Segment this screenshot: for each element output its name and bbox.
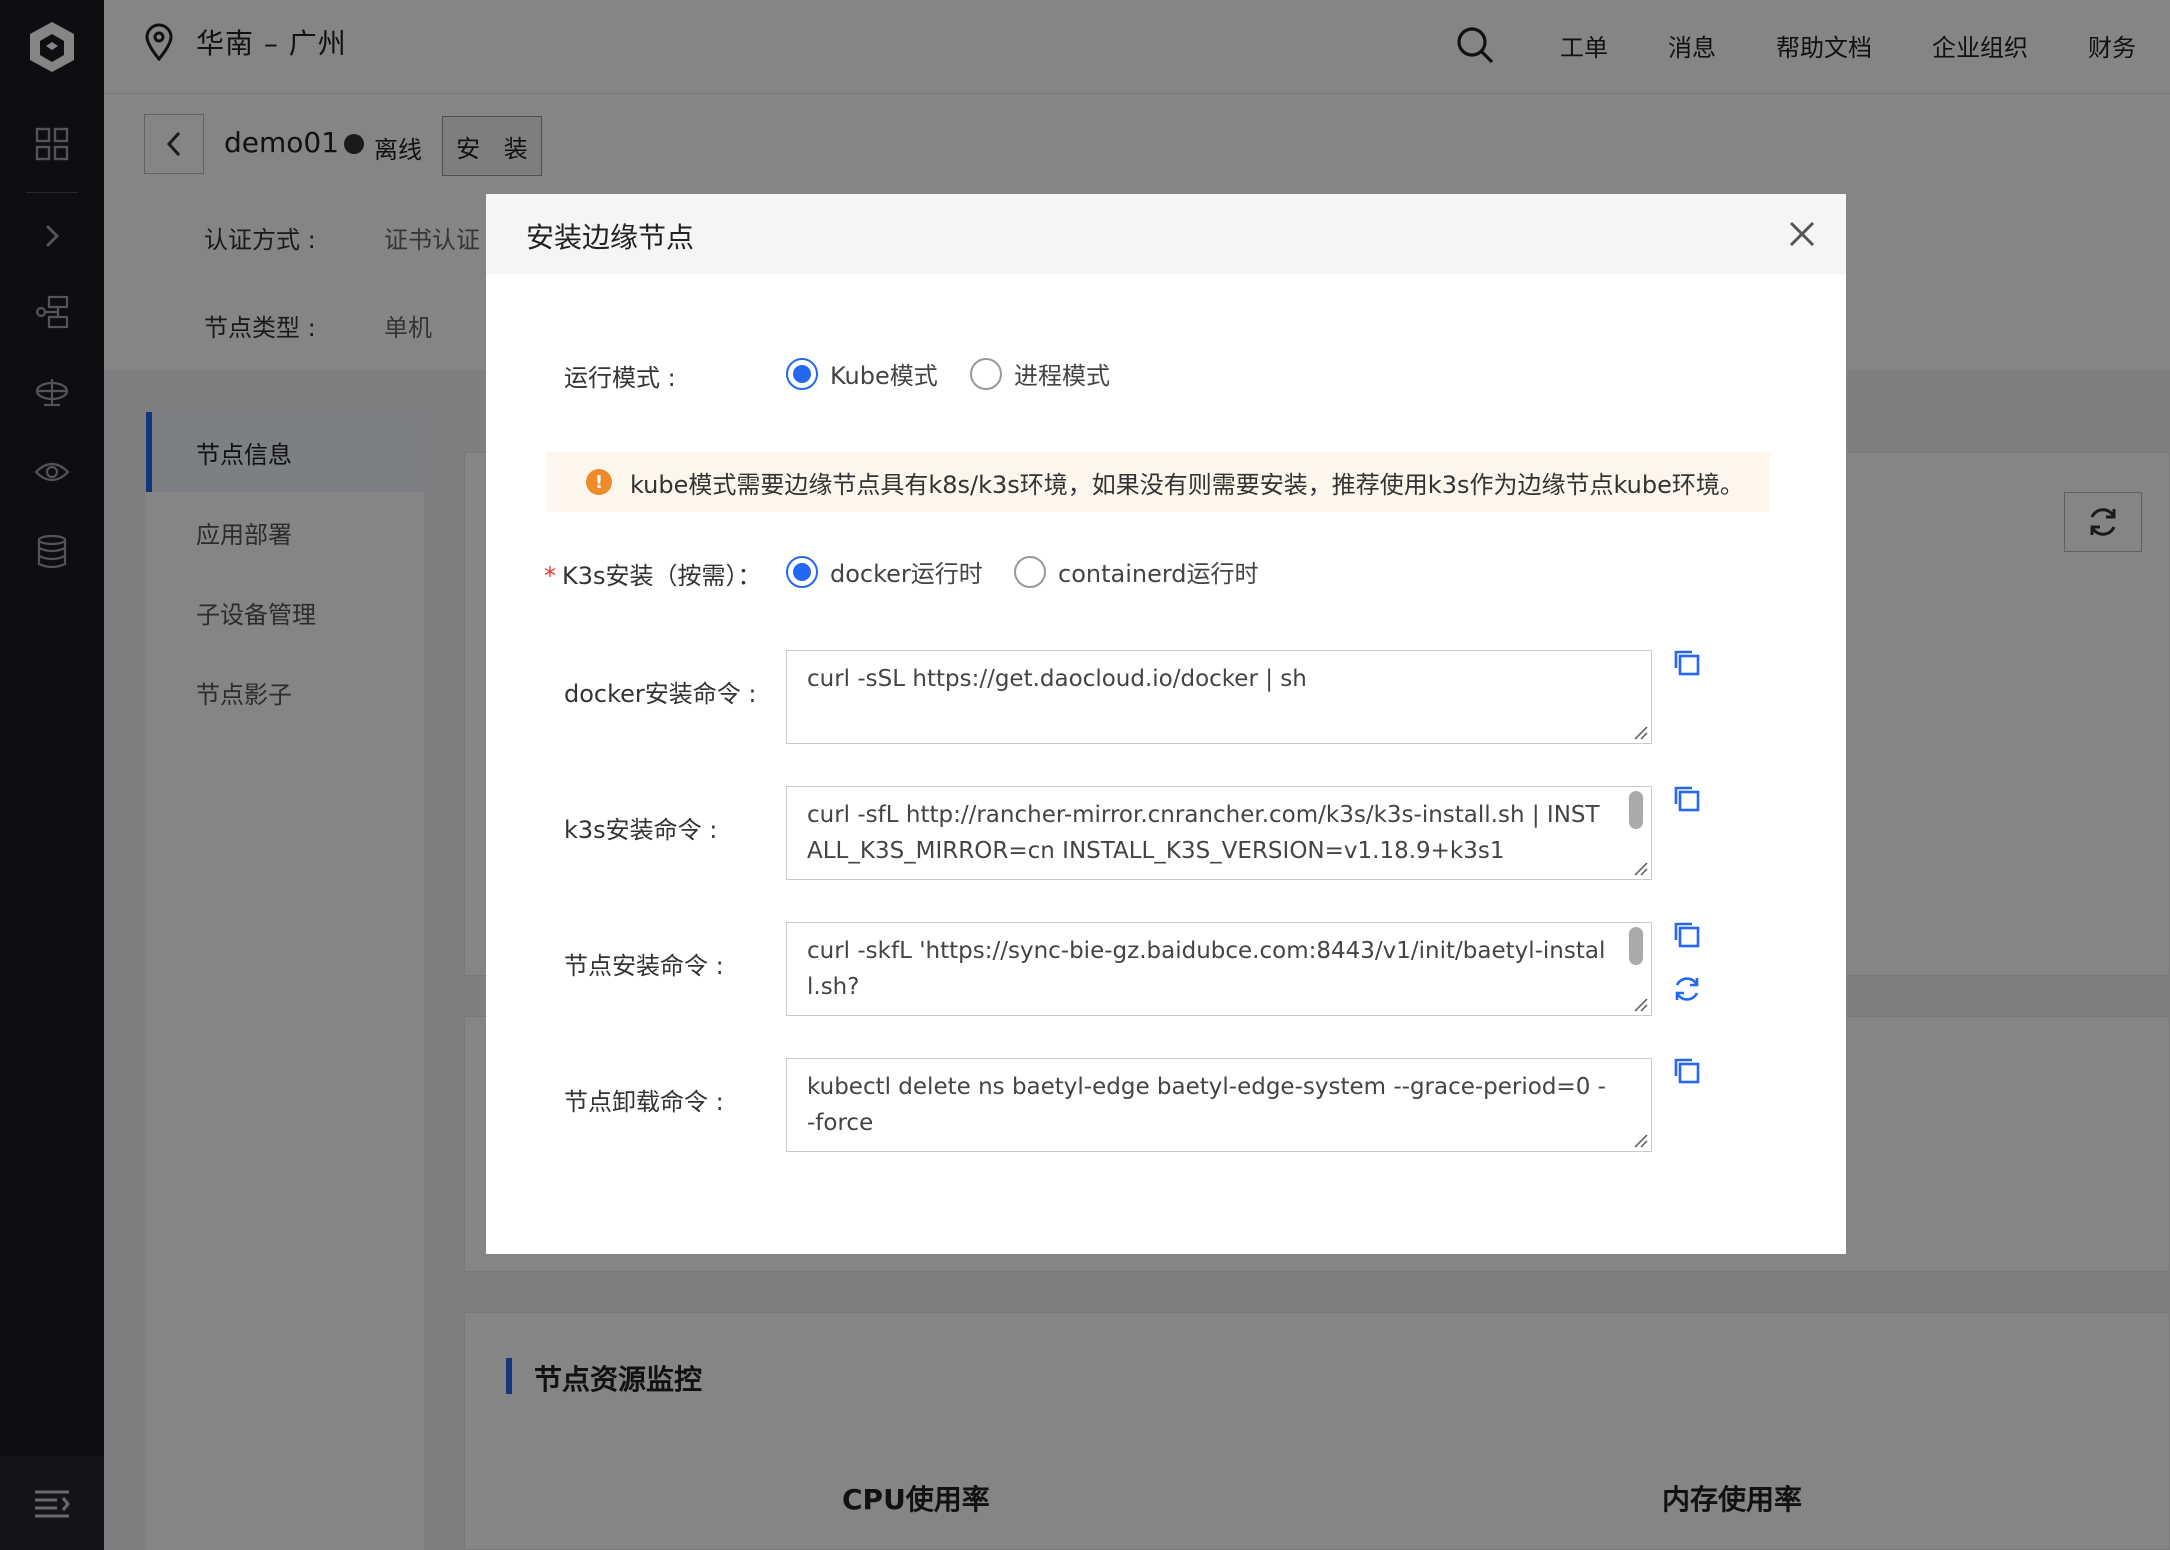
radio-kube-label: Kube模式: [830, 362, 938, 390]
node-install-cmd-label: 节点安装命令 :: [564, 952, 724, 980]
docker-cmd-textarea[interactable]: curl -sSL https://get.daocloud.io/docker…: [786, 650, 1652, 744]
modal-title: 安装边缘节点: [526, 221, 695, 254]
radio-kube-mode[interactable]: Kube模式: [786, 356, 938, 391]
run-mode-label: 运行模式 :: [564, 364, 676, 392]
node-install-cmd-textarea[interactable]: curl -skfL 'https://sync-bie-gz.baidubce…: [786, 922, 1652, 1016]
radio-unchecked-icon: [1014, 555, 1046, 588]
resize-grip-icon[interactable]: [1631, 723, 1649, 741]
radio-checked-icon: [786, 555, 818, 588]
scrollbar-thumb[interactable]: [1629, 791, 1643, 829]
radio-docker-runtime[interactable]: docker运行时: [786, 554, 983, 589]
alert-text: kube模式需要边缘节点具有k8s/k3s环境，如果没有则需要安装，推荐使用k3…: [630, 470, 1744, 499]
radio-checked-icon: [786, 357, 818, 390]
modal-header: 安装边缘节点: [486, 194, 1846, 274]
radio-unchecked-icon: [970, 357, 1002, 390]
node-install-cmd-text: curl -skfL 'https://sync-bie-gz.baidubce…: [807, 938, 1606, 1000]
uninstall-cmd-label: 节点卸载命令 :: [564, 1088, 724, 1116]
uninstall-cmd-textarea[interactable]: kubectl delete ns baetyl-edge baetyl-edg…: [786, 1058, 1652, 1152]
uninstall-cmd-text: kubectl delete ns baetyl-edge baetyl-edg…: [807, 1074, 1606, 1136]
install-edge-node-dialog: 安装边缘节点 运行模式 : Kube模式 进程模式 ! kube模式需要边缘节点…: [486, 194, 1846, 1254]
kube-mode-alert: ! kube模式需要边缘节点具有k8s/k3s环境，如果没有则需要安装，推荐使用…: [546, 452, 1770, 512]
copy-icon[interactable]: [1672, 784, 1702, 814]
resize-grip-icon[interactable]: [1631, 859, 1649, 877]
radio-process-label: 进程模式: [1014, 362, 1110, 390]
k3s-cmd-label: k3s安装命令 :: [564, 816, 718, 844]
docker-cmd-label: docker安装命令 :: [564, 680, 757, 708]
copy-icon[interactable]: [1672, 648, 1702, 678]
copy-icon[interactable]: [1672, 920, 1702, 950]
k3s-install-label: * K3s安装（按需）：: [544, 556, 762, 591]
radio-docker-label: docker运行时: [830, 560, 983, 588]
warning-icon: !: [586, 469, 612, 495]
docker-cmd-text: curl -sSL https://get.daocloud.io/docker…: [807, 666, 1307, 692]
regenerate-icon[interactable]: [1672, 974, 1702, 1004]
k3s-cmd-text: curl -sfL http://rancher-mirror.cnranche…: [807, 802, 1600, 864]
close-icon[interactable]: [1782, 214, 1822, 254]
copy-icon[interactable]: [1672, 1056, 1702, 1086]
radio-containerd-label: containerd运行时: [1058, 560, 1259, 588]
required-mark: *: [544, 562, 556, 590]
k3s-install-label-text: K3s安装（按需）：: [562, 562, 762, 590]
radio-containerd-runtime[interactable]: containerd运行时: [1014, 554, 1259, 589]
scrollbar-thumb[interactable]: [1629, 927, 1643, 965]
resize-grip-icon[interactable]: [1631, 995, 1649, 1013]
k3s-cmd-textarea[interactable]: curl -sfL http://rancher-mirror.cnranche…: [786, 786, 1652, 880]
radio-process-mode[interactable]: 进程模式: [970, 356, 1110, 391]
resize-grip-icon[interactable]: [1631, 1131, 1649, 1149]
